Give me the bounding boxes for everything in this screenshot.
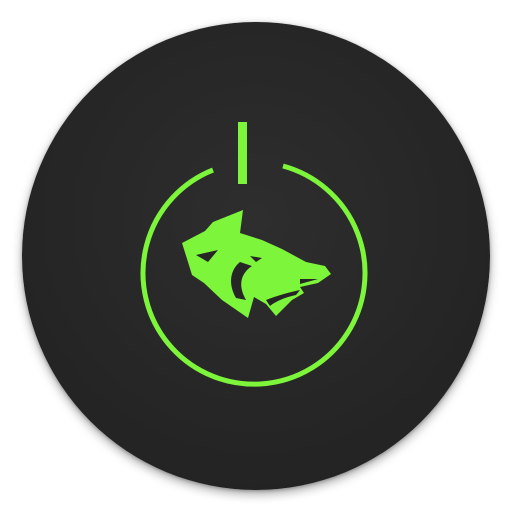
app-icon[interactable]: [22, 22, 490, 490]
power-bar-icon: [238, 122, 247, 184]
wolf-head-icon: [182, 210, 331, 318]
icon-stage: [0, 0, 512, 512]
power-wolf-icon: [140, 122, 368, 387]
